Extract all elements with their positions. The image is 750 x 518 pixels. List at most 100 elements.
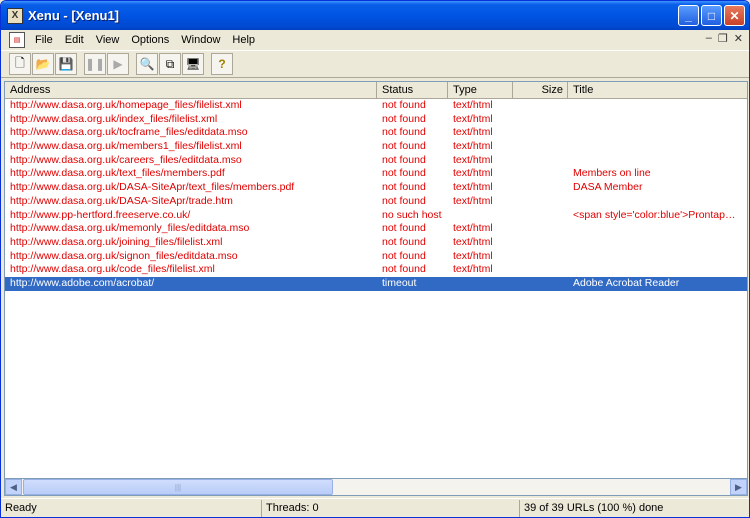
- menu-edit[interactable]: Edit: [59, 34, 90, 46]
- scroll-left-button[interactable]: ◀: [5, 479, 22, 495]
- table-row[interactable]: http://www.dasa.org.uk/memonly_files/edi…: [5, 222, 747, 236]
- cell-status: not found: [382, 99, 426, 111]
- table-row[interactable]: http://www.dasa.org.uk/DASA-SiteApr/text…: [5, 181, 747, 195]
- menu-help[interactable]: Help: [226, 34, 261, 46]
- list-header: Address Status Type Size Title: [5, 82, 747, 99]
- close-icon: ✕: [729, 8, 740, 23]
- mdi-controls: – ❐ ✕: [706, 32, 743, 45]
- title-bar[interactable]: X Xenu - [Xenu1] _ □ ✕: [1, 1, 749, 30]
- toolbar: 🗋 📂 💾 ❚❚ ▶ 🔍 ⧉ 🖥 ?: [1, 50, 749, 78]
- table-row[interactable]: http://www.dasa.org.uk/members1_files/fi…: [5, 140, 747, 154]
- cell-type: text/html: [453, 194, 493, 207]
- binoculars-icon: 🔍: [139, 57, 155, 71]
- cell-status: not found: [382, 263, 426, 276]
- cell-address: http://www.dasa.org.uk/code_files/fileli…: [10, 263, 215, 276]
- xenu-app-icon[interactable]: X: [7, 7, 23, 24]
- cell-status: not found: [382, 140, 426, 153]
- table-row[interactable]: http://www.dasa.org.uk/tocframe_files/ed…: [5, 126, 747, 140]
- table-row[interactable]: http://www.dasa.org.uk/joining_files/fil…: [5, 236, 747, 250]
- cell-address: http://www.dasa.org.uk/memonly_files/edi…: [10, 222, 250, 235]
- new-icon: 🗋: [15, 55, 25, 70]
- cell-address: http://www.pp-hertford.freeserve.co.uk/: [10, 208, 191, 221]
- mdi-restore-icon[interactable]: ❐: [718, 32, 728, 45]
- arrow-left-icon: ◀: [10, 481, 17, 492]
- cell-address: http://www.dasa.org.uk/members1_files/fi…: [10, 140, 242, 153]
- window-title: Xenu - [Xenu1]: [28, 8, 120, 23]
- cell-address: http://www.dasa.org.uk/homepage_files/fi…: [10, 99, 242, 111]
- status-bar: Ready Threads: 0 39 of 39 URLs (100 %) d…: [1, 498, 749, 517]
- copy-button[interactable]: ⧉: [159, 53, 181, 75]
- table-row[interactable]: http://www.dasa.org.uk/careers_files/edi…: [5, 154, 747, 168]
- maximize-button[interactable]: □: [701, 5, 722, 26]
- status-threads: Threads: 0: [261, 500, 519, 517]
- column-header-address[interactable]: Address: [5, 82, 377, 99]
- help-button[interactable]: ?: [211, 53, 233, 75]
- cell-status: not found: [382, 126, 426, 139]
- cell-title: Adobe Acrobat Reader: [573, 276, 680, 289]
- play-icon: ▶: [113, 57, 123, 71]
- pause-button[interactable]: ❚❚: [84, 53, 106, 75]
- menu-view[interactable]: View: [90, 34, 126, 46]
- table-row[interactable]: http://www.dasa.org.uk/signon_files/edit…: [5, 250, 747, 264]
- table-row[interactable]: http://www.dasa.org.uk/text_files/member…: [5, 167, 747, 181]
- url-list[interactable]: Address Status Type Size Title http://ww…: [4, 81, 748, 479]
- cell-status: not found: [382, 153, 426, 166]
- table-row[interactable]: http://www.dasa.org.uk/index_files/filel…: [5, 113, 747, 127]
- column-header-size[interactable]: Size: [513, 82, 568, 99]
- column-header-title[interactable]: Title: [568, 82, 747, 99]
- menu-options[interactable]: Options: [125, 34, 175, 46]
- table-row[interactable]: http://www.dasa.org.uk/DASA-SiteApr/trad…: [5, 195, 747, 209]
- cell-type: text/html: [453, 153, 493, 166]
- menu-file[interactable]: File: [29, 34, 59, 46]
- cell-title: <span style='color:blue'>Prontap…: [573, 208, 736, 221]
- cell-status: not found: [382, 181, 426, 194]
- cell-status: not found: [382, 222, 426, 235]
- play-button[interactable]: ▶: [107, 53, 129, 75]
- cell-address: http://www.dasa.org.uk/text_files/member…: [10, 167, 225, 180]
- menu-window[interactable]: Window: [175, 34, 226, 46]
- column-header-status[interactable]: Status: [377, 82, 448, 99]
- grip-icon: |||: [174, 482, 182, 492]
- document-icon[interactable]: ▤: [9, 31, 25, 48]
- cell-type: text/html: [453, 263, 493, 276]
- open-button[interactable]: 📂: [32, 53, 54, 75]
- mdi-close-icon[interactable]: ✕: [734, 32, 743, 45]
- table-row[interactable]: http://www.pp-hertford.freeserve.co.uk/n…: [5, 209, 747, 223]
- cell-address: http://www.dasa.org.uk/careers_files/edi…: [10, 153, 242, 166]
- close-button[interactable]: ✕: [724, 5, 745, 26]
- cell-address: http://www.adobe.com/acrobat/: [10, 276, 155, 289]
- horizontal-scrollbar[interactable]: ◀ ||| ▶: [4, 479, 748, 496]
- cell-type: text/html: [453, 140, 493, 153]
- cell-status: not found: [382, 167, 426, 180]
- cell-type: text/html: [453, 222, 493, 235]
- cell-address: http://www.dasa.org.uk/index_files/filel…: [10, 112, 218, 125]
- table-row[interactable]: http://www.adobe.com/acrobat/timeout Adob…: [5, 276, 747, 291]
- table-row[interactable]: http://www.dasa.org.uk/code_files/fileli…: [5, 263, 747, 277]
- column-header-type[interactable]: Type: [448, 82, 513, 99]
- new-button[interactable]: 🗋: [9, 53, 31, 75]
- save-button[interactable]: 💾: [55, 53, 77, 75]
- arrow-right-icon: ▶: [735, 481, 742, 492]
- cell-status: timeout: [382, 276, 417, 289]
- window-controls: _ □ ✕: [678, 5, 745, 26]
- cell-status: not found: [382, 235, 426, 248]
- menu-bar: ▤ File Edit View Options Window Help – ❐…: [1, 30, 749, 49]
- maximize-icon: □: [707, 8, 716, 23]
- cell-address: http://www.dasa.org.uk/joining_files/fil…: [10, 235, 223, 248]
- minimize-button[interactable]: _: [678, 5, 699, 26]
- table-row[interactable]: http://www.dasa.org.uk/homepage_files/fi…: [5, 99, 747, 113]
- pause-icon: ❚❚: [84, 57, 106, 71]
- copy-icon: ⧉: [165, 56, 175, 71]
- find-button[interactable]: 🔍: [136, 53, 158, 75]
- cell-type: text/html: [453, 126, 493, 139]
- status-ready: Ready: [5, 502, 37, 514]
- properties-button[interactable]: 🖥: [182, 53, 204, 75]
- help-icon: ?: [218, 57, 226, 71]
- mdi-minimize-icon[interactable]: –: [706, 32, 712, 45]
- cell-status: not found: [382, 194, 426, 207]
- scroll-right-button[interactable]: ▶: [730, 479, 747, 495]
- scroll-thumb[interactable]: |||: [23, 479, 333, 495]
- cell-address: http://www.dasa.org.uk/DASA-SiteApr/text…: [10, 181, 295, 194]
- save-icon: 💾: [58, 57, 74, 71]
- open-icon: 📂: [35, 57, 51, 71]
